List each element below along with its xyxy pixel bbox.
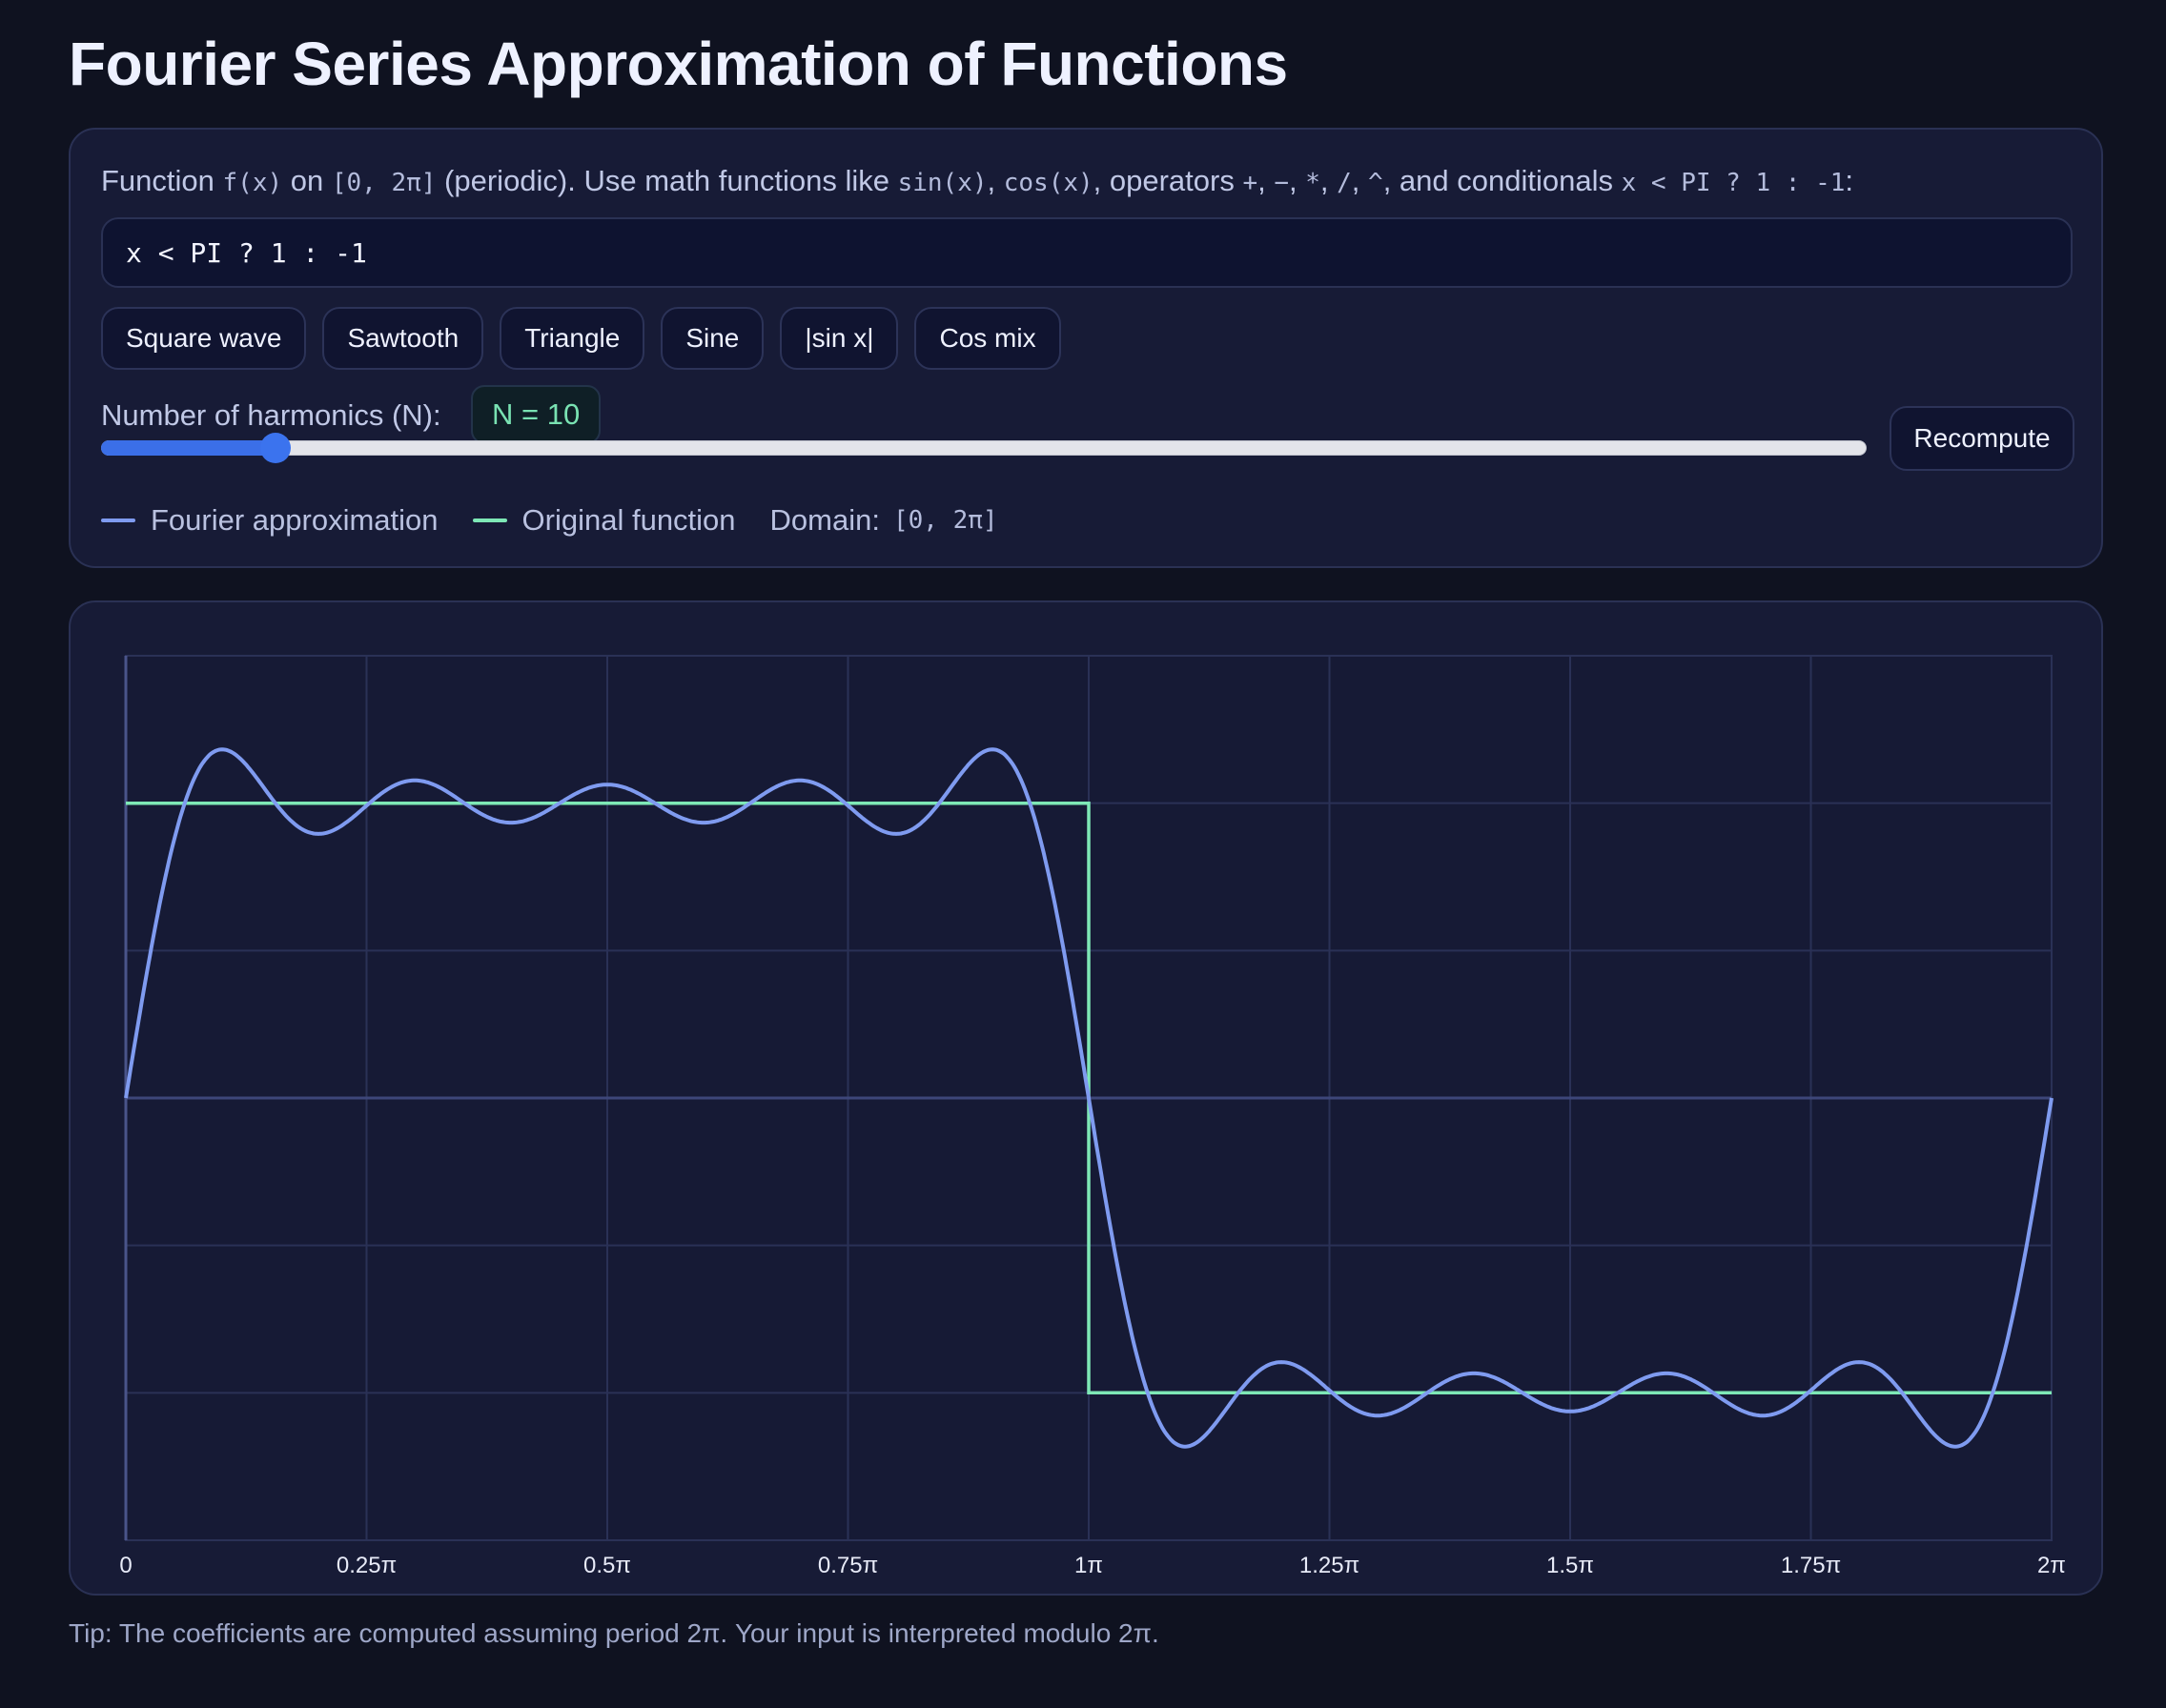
domain-value: [0, 2π] bbox=[892, 506, 998, 535]
fourier-chart: 0 0.25π 0.5π 0.75π 1π 1.25π 1.5π 1.75π 2π bbox=[119, 655, 2066, 1578]
description-text: , bbox=[1319, 164, 1338, 197]
description-code: cos(x) bbox=[1003, 169, 1093, 197]
legend-item-approx: Fourier approximation bbox=[101, 503, 439, 538]
slider-fill bbox=[101, 440, 276, 456]
recompute-button[interactable]: Recompute bbox=[1890, 406, 2074, 471]
description-text: Function bbox=[101, 164, 223, 197]
x-tick-label: 0 bbox=[119, 1553, 132, 1578]
x-tick-label: 0.5π bbox=[583, 1553, 631, 1578]
tip-text: Tip: The coefficients are computed assum… bbox=[69, 1618, 1159, 1648]
description-code: [0, 2π] bbox=[331, 169, 437, 197]
legend-item-original: Original function bbox=[472, 503, 736, 538]
description-text: (periodic). Use math functions like bbox=[436, 164, 898, 197]
preset-sine-button[interactable]: Sine bbox=[661, 307, 765, 370]
function-input[interactable] bbox=[101, 217, 2073, 288]
slider-track[interactable] bbox=[101, 440, 1867, 456]
description-code: f(x) bbox=[222, 169, 283, 197]
description-code: − bbox=[1274, 169, 1290, 197]
description-code: ^ bbox=[1368, 169, 1383, 197]
controls-panel: Function f(x) on [0, 2π] (periodic). Use… bbox=[69, 128, 2103, 568]
description-text: on bbox=[282, 164, 332, 197]
description-code: * bbox=[1305, 169, 1320, 197]
x-tick-label: 1π bbox=[1074, 1553, 1103, 1578]
chart-panel: 0 0.25π 0.5π 0.75π 1π 1.25π 1.5π 1.75π 2π bbox=[69, 600, 2103, 1596]
preset-cos-mix-button[interactable]: Cos mix bbox=[914, 307, 1061, 370]
legend-swatch-original bbox=[472, 518, 507, 522]
legend-item-domain: Domain: [0, 2π] bbox=[770, 503, 998, 538]
description-text: , bbox=[987, 164, 1004, 197]
x-tick-label: 1.75π bbox=[1781, 1553, 1841, 1578]
description-text: , bbox=[1257, 164, 1275, 197]
description-text: , bbox=[1289, 164, 1306, 197]
harmonics-label: Number of harmonics (N): bbox=[101, 398, 441, 432]
x-tick-label: 0.75π bbox=[818, 1553, 878, 1578]
preset-sawtooth-button[interactable]: Sawtooth bbox=[322, 307, 484, 370]
function-description: Function f(x) on [0, 2π] (periodic). Use… bbox=[101, 164, 1853, 198]
description-text: , operators bbox=[1093, 164, 1243, 197]
x-tick-label: 1.25π bbox=[1299, 1553, 1359, 1578]
x-tick-label: 2π bbox=[2037, 1553, 2066, 1578]
description-text: , bbox=[1351, 164, 1369, 197]
description-code: sin(x) bbox=[897, 169, 988, 197]
description-code: + bbox=[1242, 169, 1258, 197]
description-code: x < PI ? 1 : -1 bbox=[1621, 169, 1846, 197]
description-text: , and conditionals bbox=[1382, 164, 1622, 197]
legend-label-approx: Fourier approximation bbox=[151, 503, 439, 537]
legend-label-original: Original function bbox=[521, 503, 736, 537]
legend-swatch-approx bbox=[101, 518, 135, 522]
preset-triangle-button[interactable]: Triangle bbox=[500, 307, 645, 370]
preset-buttons: Square wave Sawtooth Triangle Sine |sin … bbox=[101, 307, 1061, 370]
description-code: / bbox=[1337, 169, 1352, 197]
domain-label: Domain: bbox=[769, 503, 880, 537]
page-title: Fourier Series Approximation of Function… bbox=[69, 30, 1288, 98]
harmonics-slider[interactable] bbox=[101, 433, 1867, 463]
harmonics-value-badge: N = 10 bbox=[471, 385, 602, 444]
preset-square-wave-button[interactable]: Square wave bbox=[101, 307, 307, 370]
x-tick-label: 1.5π bbox=[1546, 1553, 1594, 1578]
x-tick-label: 0.25π bbox=[337, 1553, 397, 1578]
chart-legend: Fourier approximation Original function … bbox=[101, 503, 1032, 538]
description-text: : bbox=[1845, 164, 1854, 197]
slider-thumb[interactable] bbox=[259, 433, 291, 463]
preset-abs-sin-button[interactable]: |sin x| bbox=[780, 307, 899, 370]
